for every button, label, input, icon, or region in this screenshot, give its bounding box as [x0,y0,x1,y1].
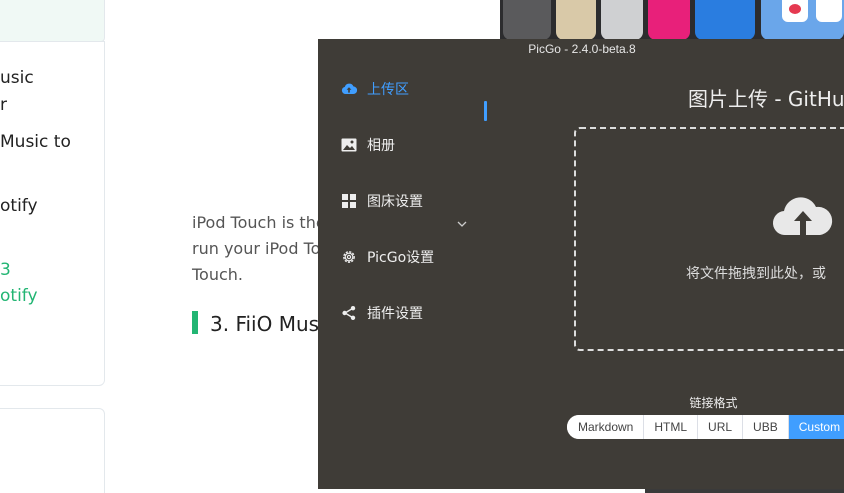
toc-item[interactable]: otify [0,196,38,216]
toc-item-active[interactable]: 3 [0,260,11,280]
upload-dropzone[interactable]: 将文件拖拽到此处，或 [574,127,844,351]
article-paragraph-line: Touch. [192,265,244,284]
link-format-selector: Markdown HTML URL UBB Custom [567,415,844,439]
sidebar-card-2 [0,408,105,493]
sidebar-item-upload[interactable]: 上传区 [341,78,409,100]
link-format-option-ubb[interactable]: UBB [743,415,789,439]
link-format-option-url[interactable]: URL [698,415,744,439]
link-format-label: 链接格式 [689,396,738,410]
sidebar-item-label: 相册 [367,138,395,154]
picgo-window: PicGo - 2.4.0-beta.8 上传区 相册 图床设置 PicGo设置… [318,39,844,489]
sidebar-item-gallery[interactable]: 相册 [341,134,395,156]
window-title: PicGo - 2.4.0-beta.8 [528,42,636,56]
sidebar-item-label: PicGo设置 [367,250,435,266]
article-image [500,0,844,40]
sidebar-item-plugin-settings[interactable]: 插件设置 [341,302,423,324]
window-titlebar[interactable]: PicGo - 2.4.0-beta.8 [318,39,844,61]
article-paragraph-line: iPod Touch is the [192,213,326,232]
cloud-upload-icon [772,197,833,236]
dropzone-text: 将文件拖拽到此处，或 [686,266,826,282]
sidebar-item-picgo-settings[interactable]: PicGo设置 [341,246,434,268]
sidebar-item-label: 插件设置 [367,306,423,322]
page-title: 图片上传 - GitHub [688,87,844,111]
cloud-upload-icon [341,81,357,97]
sidebar-item-label: 图床设置 [367,194,423,210]
sidebar-card-header [0,0,105,42]
link-format-option-html[interactable]: HTML [644,415,699,439]
toc-item[interactable]: Music to [0,132,71,152]
article-paragraph-line: run your iPod To [192,239,321,258]
sidebar-item-picbed-settings[interactable]: 图床设置 [341,190,423,212]
heading-accent-bar [192,311,198,334]
link-format-option-custom[interactable]: Custom [788,415,844,439]
image-icon [341,137,357,153]
active-indicator [484,101,487,121]
gear-icon [341,249,357,265]
share-icon [341,305,357,321]
sidebar-item-label: 上传区 [367,82,409,98]
toc-item[interactable]: r [0,95,7,115]
sidebar: 上传区 相册 图床设置 PicGo设置 插件设置 [318,61,492,489]
article-heading: 3. FiiO Mus [210,312,320,336]
link-format-option-markdown[interactable]: Markdown [567,415,645,439]
toc-item[interactable]: usic [0,68,34,88]
grid-icon [341,193,357,209]
toc-item-active[interactable]: otify [0,286,38,306]
chevron-down-icon[interactable] [456,218,468,230]
